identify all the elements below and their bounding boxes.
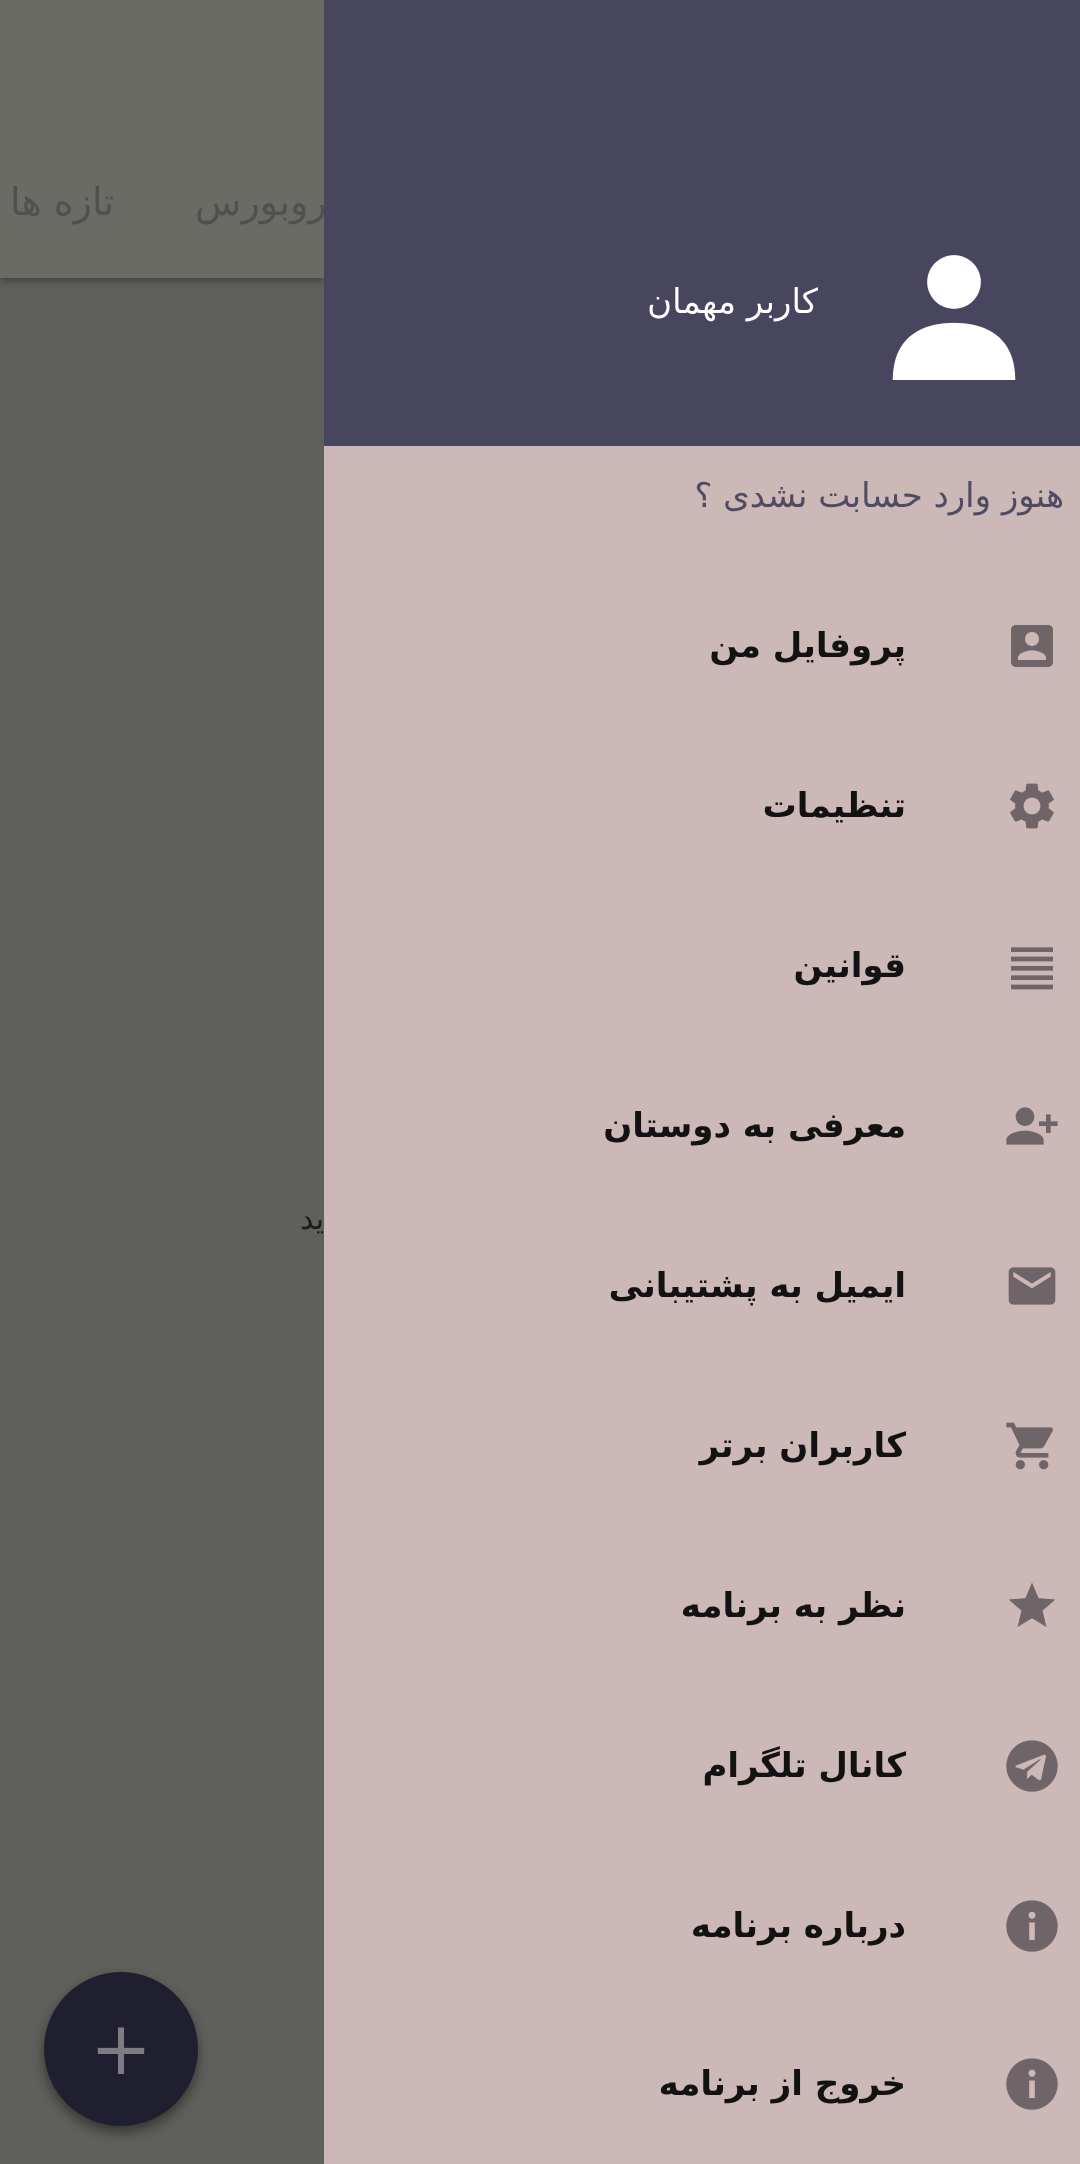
menu-item-label: کانال تلگرام	[702, 1746, 906, 1786]
menu-item-label: پروفایل من	[709, 626, 906, 666]
menu-item-label: کاربران برتر	[699, 1426, 906, 1466]
plus-icon: +	[89, 2006, 152, 2092]
menu-item-label: ایمیل به پشتیبانی	[608, 1266, 906, 1306]
menu-item-rules[interactable]: قوانین	[324, 886, 1080, 1046]
menu-item-my-profile[interactable]: پروفایل من	[324, 566, 1080, 726]
background-app-bar: تازه ها روبورس	[0, 0, 327, 278]
cart-icon	[1004, 1418, 1060, 1474]
menu-item-label: درباره برنامه	[690, 1906, 906, 1946]
account-box-icon	[1004, 618, 1060, 674]
telegram-icon	[1004, 1738, 1060, 1794]
star-icon	[1004, 1578, 1060, 1634]
background-tab-roborse: روبورس	[195, 180, 327, 224]
menu-item-label: خروج از برنامه	[658, 2064, 906, 2104]
mail-icon	[1004, 1258, 1060, 1314]
person-add-icon	[1004, 1098, 1060, 1154]
menu-item-invite-friends[interactable]: معرفی به دوستان	[324, 1046, 1080, 1206]
login-prompt-link[interactable]: هنوز وارد حسابت نشدی ؟	[694, 476, 1064, 516]
menu-item-email-support[interactable]: ایمیل به پشتیبانی	[324, 1206, 1080, 1366]
menu-item-telegram-channel[interactable]: کانال تلگرام	[324, 1686, 1080, 1846]
background-tab-new: تازه ها	[10, 180, 115, 224]
navigation-drawer: کاربر مهمان هنوز وارد حسابت نشدی ؟ پروفا…	[324, 0, 1080, 2164]
menu-item-label: معرفی به دوستان	[603, 1106, 906, 1146]
background-text-fragment: ید	[300, 1202, 325, 1237]
menu-item-exit-app[interactable]: خروج از برنامه	[324, 2004, 1080, 2164]
menu-item-label: تنظیمات	[762, 786, 906, 826]
menu-item-about-app[interactable]: درباره برنامه	[324, 1846, 1080, 2006]
menu-item-top-users[interactable]: کاربران برتر	[324, 1366, 1080, 1526]
drawer-header: کاربر مهمان	[324, 0, 1080, 446]
menu-item-label: قوانین	[793, 946, 906, 986]
gear-icon	[1004, 778, 1060, 834]
text-lines-icon	[1004, 938, 1060, 994]
menu-item-label: نظر به برنامه	[680, 1586, 906, 1626]
user-name: کاربر مهمان	[647, 282, 818, 322]
info-icon	[1004, 2056, 1060, 2112]
user-avatar-icon[interactable]	[884, 240, 1024, 380]
menu-item-settings[interactable]: تنظیمات	[324, 726, 1080, 886]
add-fab-button[interactable]: +	[44, 1972, 198, 2126]
info-icon	[1004, 1898, 1060, 1954]
menu-item-rate-app[interactable]: نظر به برنامه	[324, 1526, 1080, 1686]
